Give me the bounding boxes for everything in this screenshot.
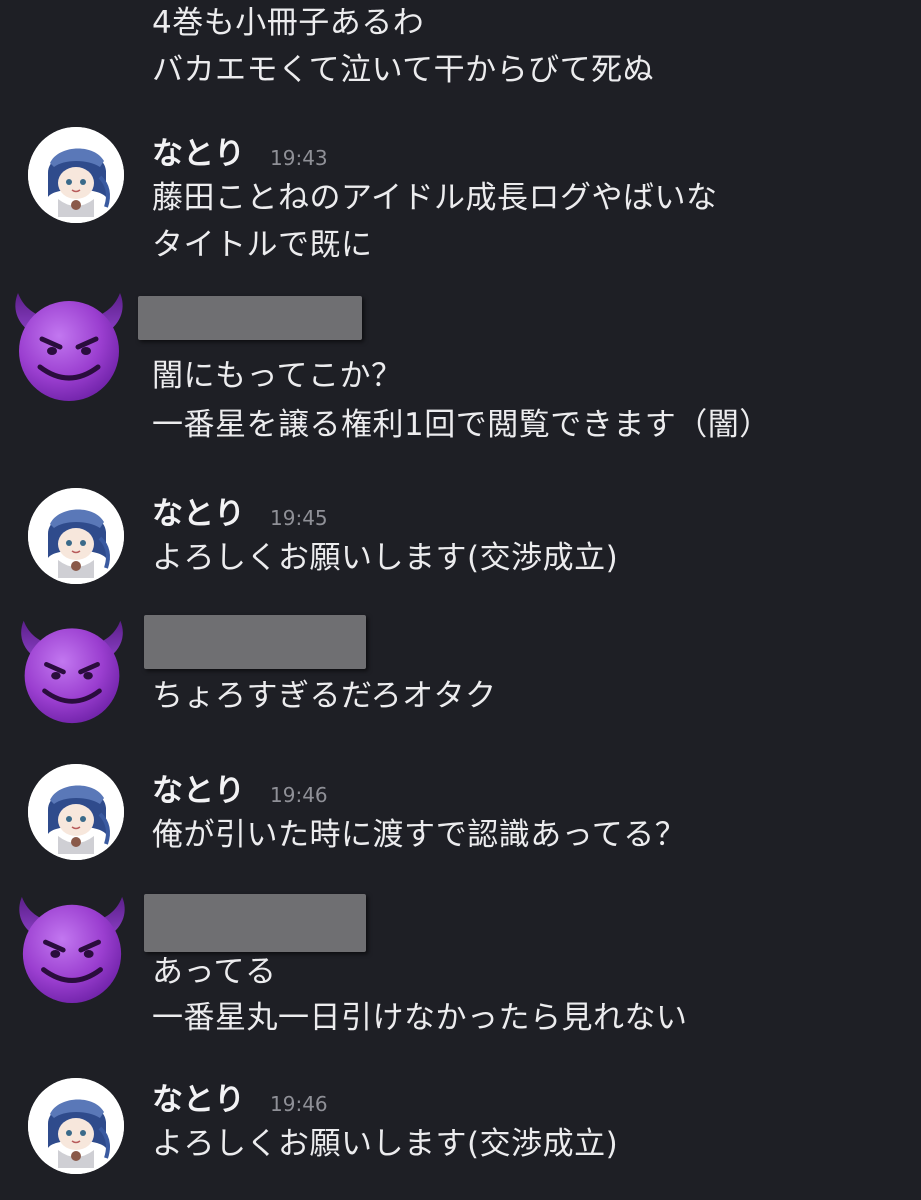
redacted-author-name (138, 296, 362, 340)
message-line: あってる (152, 954, 277, 990)
timestamp: 19:45 (270, 506, 328, 530)
smiling-devil-emoji-icon[interactable] (12, 893, 132, 1005)
author-name[interactable]: なとり (152, 494, 245, 534)
user-avatar[interactable] (28, 764, 124, 860)
timestamp: 19:43 (270, 146, 328, 170)
timestamp: 19:46 (270, 1092, 328, 1116)
author-name[interactable]: なとり (152, 134, 245, 174)
message-line: 藤田ことねのアイドル成長ログやばいな (152, 180, 718, 216)
user-avatar[interactable] (28, 488, 124, 584)
timestamp: 19:46 (270, 783, 328, 807)
message-line: バカエモくて泣いて干からびて死ぬ (152, 52, 655, 88)
message-line: タイトルで既に (152, 227, 373, 263)
message-line: 俺が引いた時に渡すで認識あってる？ (152, 817, 687, 853)
user-avatar[interactable] (28, 1078, 124, 1174)
message-line: 一番星丸一日引けなかったら見れない (152, 1000, 688, 1036)
redacted-author-name (144, 894, 366, 952)
message-line: ちょろすぎるだろオタク (152, 678, 497, 714)
message-line: よろしくお願いします(交渉成立) (152, 1126, 619, 1162)
author-name[interactable]: なとり (152, 771, 245, 811)
smiling-devil-emoji-icon[interactable] (8, 289, 130, 403)
message-line: よろしくお願いします(交渉成立) (152, 540, 619, 576)
redacted-author-name (144, 615, 366, 669)
user-avatar-illustration (28, 764, 124, 860)
user-avatar-illustration (28, 127, 124, 223)
user-avatar[interactable] (28, 127, 124, 223)
message-line: 一番星を譲る権利1回で閲覧できます（闇） (152, 407, 771, 443)
user-avatar-illustration (28, 488, 124, 584)
smiling-devil-emoji-icon[interactable] (14, 617, 130, 725)
author-name[interactable]: なとり (152, 1080, 245, 1120)
message-line: 闇にもってこか？ (152, 358, 403, 394)
message-line: 4巻も小冊子あるわ (152, 5, 425, 41)
user-avatar-illustration (28, 1078, 124, 1174)
